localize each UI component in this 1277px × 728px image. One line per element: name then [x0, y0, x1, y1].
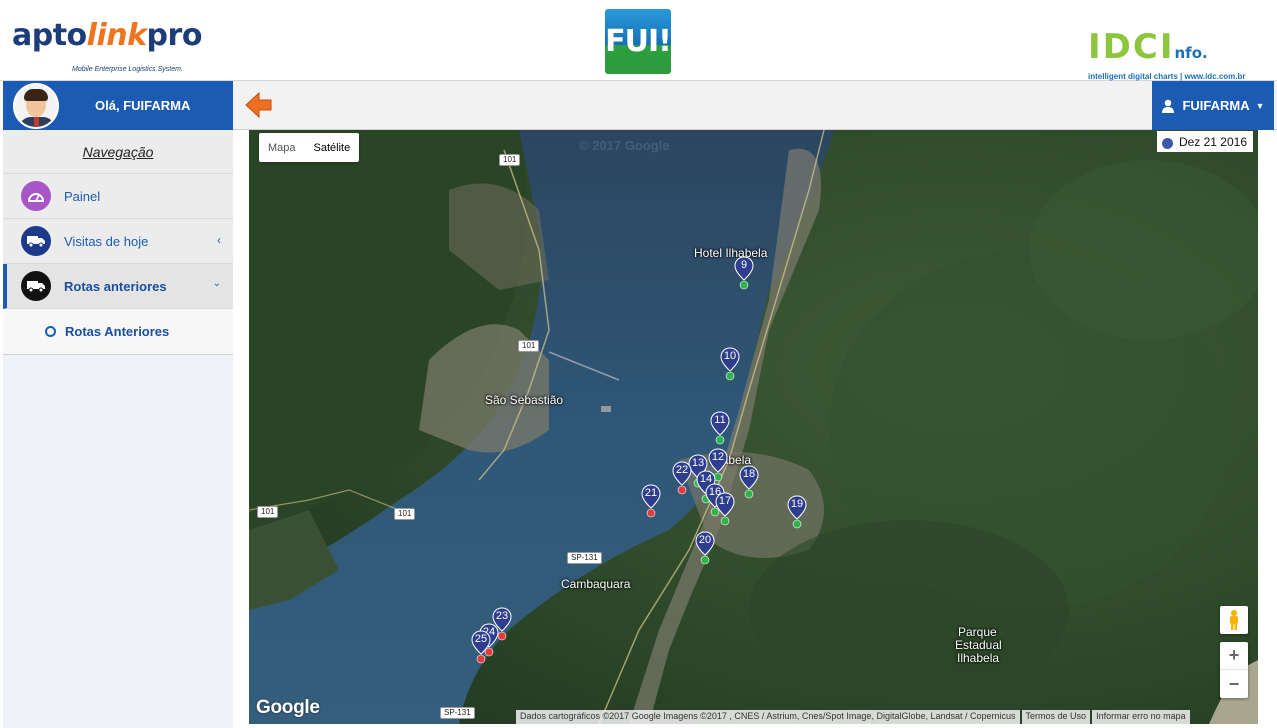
- route-marker-25[interactable]: 25: [471, 630, 491, 664]
- route-marker-10[interactable]: 10: [720, 347, 740, 381]
- chevron-down-icon: ⌄: [212, 278, 221, 289]
- caret-down-icon: ▼: [1255, 100, 1265, 111]
- truck-icon: [21, 226, 51, 256]
- route-marker-number: 21: [644, 487, 658, 499]
- report-error-link[interactable]: Informar erro no mapa: [1092, 710, 1190, 724]
- route-marker-19[interactable]: 19: [787, 495, 807, 529]
- nav-title: Navegação: [3, 130, 233, 174]
- back-arrow-icon[interactable]: [245, 91, 273, 119]
- route-marker-number: 17: [718, 495, 732, 507]
- map-type-control: Mapa Satélite: [259, 133, 360, 162]
- idc-logo-suffix: nfo.: [1174, 44, 1208, 62]
- idc-logo-text: IDCI: [1088, 27, 1175, 67]
- route-marker-number: 23: [495, 610, 509, 622]
- sidebar-item-rotas-anteriores[interactable]: Rotas anteriores ⌄: [3, 264, 233, 309]
- zoom-out-button[interactable]: −: [1220, 670, 1248, 698]
- label-parque-2: Estadual: [955, 638, 1002, 652]
- route-marker-number: 25: [474, 633, 488, 645]
- satellite-imagery: [249, 130, 1258, 724]
- route-marker-17[interactable]: 17: [715, 492, 735, 526]
- map-watermark: © 2017 Google: [579, 138, 670, 153]
- route-marker-number: 10: [723, 350, 737, 362]
- date-legend: Dez 21 2016: [1156, 131, 1253, 152]
- user-icon: [1162, 99, 1175, 113]
- route-marker-number: 11: [714, 414, 726, 426]
- label-sao-sebastiao: São Sebastião: [485, 393, 564, 407]
- user-menu-label: FUIFARMA: [1182, 98, 1250, 113]
- route-marker-number: 12: [711, 451, 725, 463]
- road-shield-101: 101: [499, 154, 521, 166]
- sidebar-item-label: Visitas de hoje: [64, 233, 149, 249]
- label-hotel-ilhabela: Hotel Ilhabela: [694, 246, 768, 260]
- fui-logo: FUI!: [605, 9, 672, 74]
- route-marker-21[interactable]: 21: [641, 484, 661, 518]
- route-marker-number: 22: [675, 464, 689, 476]
- user-panel: Olá, FUIFARMA: [3, 81, 233, 130]
- map-type-mapa[interactable]: Mapa: [259, 133, 305, 162]
- logo-tagline: Mobile Enterprise Logistics System.: [72, 66, 183, 73]
- attribution-text: Dados cartográficos ©2017 Google Imagens…: [516, 710, 1020, 724]
- top-header: apto link pro Mobile Enterprise Logistics …: [0, 0, 1277, 81]
- zoom-in-button[interactable]: +: [1220, 642, 1248, 670]
- route-marker-number: 20: [698, 534, 712, 546]
- route-marker-11[interactable]: 11: [710, 411, 730, 445]
- top-toolbar: FUIFARMA ▼: [233, 81, 1277, 130]
- sidebar: Navegação Painel Visitas de hoje ‹ Rotas…: [3, 130, 233, 728]
- idc-info-logo[interactable]: IDCInfo. intelligent digital charts | ww…: [1088, 27, 1272, 81]
- user-greeting: Olá, FUIFARMA: [95, 98, 191, 113]
- map-type-satelite[interactable]: Satélite: [305, 133, 360, 162]
- sidebar-item-label: Painel: [64, 188, 101, 204]
- road-shield-sp131: SP-131: [567, 552, 602, 564]
- road-shield-101: 101: [257, 506, 279, 518]
- street-view-pegman-icon[interactable]: [1220, 606, 1248, 634]
- logo-text-link: link: [86, 17, 147, 53]
- avatar: [13, 82, 59, 129]
- aptolinkpro-logo[interactable]: apto link pro Mobile Enterprise Logistics …: [12, 10, 202, 76]
- route-marker-22[interactable]: 22: [672, 461, 692, 495]
- terms-link[interactable]: Termos de Uso: [1021, 710, 1091, 724]
- truck-icon: [21, 271, 51, 301]
- logo-text-pro: pro: [146, 17, 203, 53]
- map-attribution: Dados cartográficos ©2017 Google Imagens…: [516, 710, 1192, 724]
- logo-text-apto: apto: [12, 17, 87, 53]
- road-shield-sp131: SP-131: [440, 707, 475, 719]
- route-marker-20[interactable]: 20: [695, 531, 715, 565]
- route-marker-18[interactable]: 18: [739, 465, 759, 499]
- map-view[interactable]: © 2017 Google Hotel Ilhabela São Sebasti…: [249, 130, 1258, 724]
- chevron-left-icon: ‹: [217, 233, 221, 247]
- dashboard-icon: [21, 181, 51, 211]
- sidebar-item-visitas[interactable]: Visitas de hoje ‹: [3, 219, 233, 264]
- sidebar-subitem-label: Rotas Anteriores: [65, 324, 170, 339]
- legend-date: Dez 21 2016: [1178, 134, 1247, 149]
- sidebar-item-painel[interactable]: Painel: [3, 174, 233, 219]
- sidebar-item-label: Rotas anteriores: [64, 278, 167, 294]
- legend-dot-icon: [1161, 138, 1173, 149]
- road-shield-101: 101: [518, 340, 540, 352]
- route-marker-number: 19: [790, 498, 804, 510]
- route-marker-9[interactable]: 9: [734, 256, 754, 290]
- route-marker-number: 9: [740, 259, 748, 271]
- label-parque-1: Parque: [958, 625, 997, 639]
- idc-tagline: intelligent digital charts | www.idc.com…: [1088, 72, 1246, 81]
- route-marker-number: 18: [742, 468, 756, 480]
- label-cambaquara: Cambaquara: [561, 577, 631, 591]
- user-menu-button[interactable]: FUIFARMA ▼: [1152, 81, 1274, 130]
- sidebar-subitem-rotas-anteriores[interactable]: Rotas Anteriores: [3, 309, 233, 355]
- zoom-control: + −: [1220, 642, 1248, 698]
- circle-icon: [45, 326, 56, 337]
- label-parque-3: Ilhabela: [957, 651, 1000, 665]
- google-logo: Google: [256, 697, 320, 718]
- road-shield-101: 101: [394, 508, 416, 520]
